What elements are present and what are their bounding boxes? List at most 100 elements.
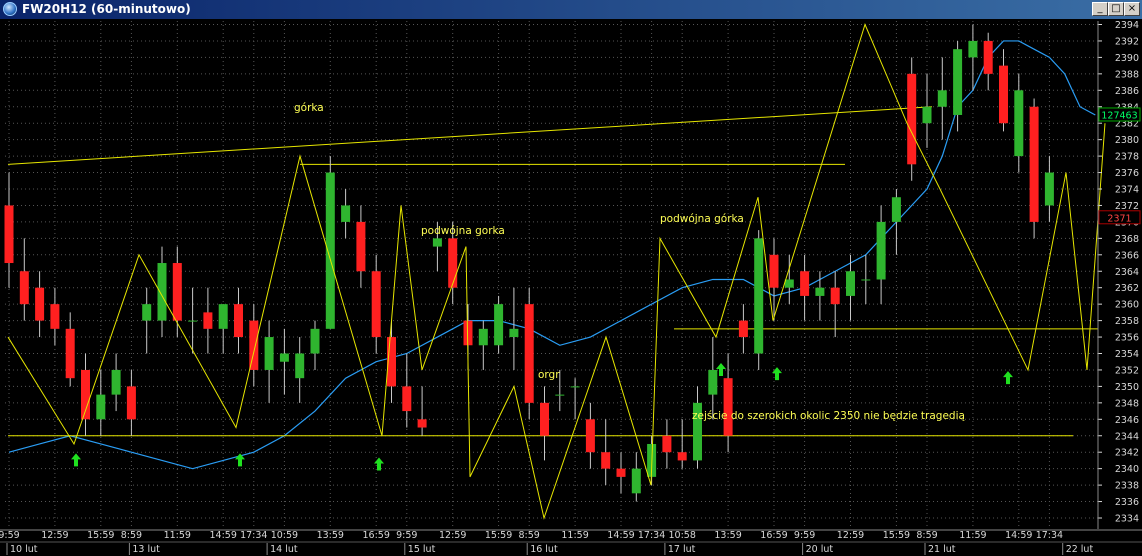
candle-body (800, 271, 810, 296)
y-tick-label: 2376 (1115, 168, 1139, 179)
y-tick-label: 2340 (1115, 464, 1139, 475)
candle-body (188, 320, 198, 322)
candle-body (478, 328, 488, 346)
price-marker-label: 127463 (1101, 110, 1137, 121)
x-time-label: 11:59 (959, 530, 986, 541)
candle-body (815, 287, 825, 296)
x-date-label: 17 lut (668, 544, 696, 555)
candle-body (494, 304, 504, 346)
candle-body (937, 90, 947, 107)
y-tick-label: 2334 (1115, 514, 1139, 525)
candle-body (264, 337, 274, 370)
candle-body (876, 221, 886, 280)
candle-body (417, 419, 427, 428)
candle-body (249, 320, 259, 370)
candle-body (907, 73, 917, 165)
candle-body (708, 369, 718, 395)
candle-body (203, 312, 213, 329)
y-tick-label: 2388 (1115, 69, 1139, 80)
price-marker-label: 2371 (1107, 213, 1131, 224)
x-time-label: 13:59 (317, 530, 344, 541)
x-date-label: 22 lut (1066, 544, 1094, 555)
x-date-label: 10 lut (10, 544, 38, 555)
x-time-label: 13:59 (714, 530, 741, 541)
candle-body (846, 271, 855, 296)
x-time-label: 12:59 (837, 530, 864, 541)
y-tick-label: 2362 (1115, 283, 1139, 294)
minimize-button[interactable]: _ (1092, 2, 1108, 16)
candle-body (524, 304, 534, 403)
candle-body (540, 402, 549, 436)
candle-body (662, 435, 672, 453)
annotation-label: górka (294, 102, 324, 114)
x-time-label: 14:59 (1005, 530, 1032, 541)
y-tick-label: 2356 (1115, 333, 1139, 344)
candle-body (1029, 106, 1039, 222)
y-tick-label: 2390 (1115, 53, 1139, 64)
y-tick-label: 2350 (1115, 382, 1139, 393)
x-date-label: 16 lut (530, 544, 558, 555)
candle-body (96, 394, 106, 420)
y-tick-label: 2354 (1115, 349, 1139, 360)
x-time-label: 8:59 (121, 530, 142, 541)
candle-body (295, 353, 305, 379)
x-time-label: 11:59 (164, 530, 191, 541)
candle-body (234, 304, 243, 338)
candle-body (1044, 172, 1054, 206)
x-date-label: 14 lut (270, 544, 298, 555)
x-time-label: 16:59 (363, 530, 390, 541)
candle-body (585, 419, 595, 453)
candle-body (279, 353, 289, 362)
candle-body (448, 238, 458, 288)
y-tick-label: 2374 (1115, 185, 1139, 196)
candle-body (861, 279, 871, 281)
candle-body (341, 205, 351, 222)
candle-body (999, 65, 1008, 124)
y-tick-label: 2364 (1115, 267, 1139, 278)
candle-body (172, 263, 182, 321)
x-time-label: 17:34 (1036, 530, 1063, 541)
candle-body (157, 263, 167, 321)
candle-body (35, 287, 45, 321)
annotation-label: podwójna gorka (421, 225, 505, 237)
x-date-label: 13 lut (132, 544, 160, 555)
y-tick-label: 2378 (1115, 152, 1139, 163)
candle-body (891, 197, 901, 222)
x-time-label: 15:59 (485, 530, 512, 541)
candle-body (126, 386, 136, 420)
candle-body (968, 40, 978, 58)
y-tick-label: 2348 (1115, 398, 1139, 409)
x-time-label: 15:59 (87, 530, 114, 541)
candle-body (1014, 90, 1024, 157)
x-time-label: 12:59 (439, 530, 466, 541)
candle-body (356, 221, 366, 272)
window-titlebar: FW20H12 (60-minutowo) _ □ × (0, 0, 1142, 19)
candle-body (50, 304, 60, 329)
x-time-label: 14:59 (607, 530, 634, 541)
close-button[interactable]: × (1124, 2, 1140, 16)
candle-body (769, 254, 779, 288)
y-tick-label: 2392 (1115, 36, 1139, 47)
candlestick-chart: górka podwójna gorka podwójna górka orgr zej… (0, 19, 1142, 556)
candle-body (953, 49, 963, 115)
y-tick-label: 2358 (1115, 316, 1139, 327)
candle-body (310, 328, 320, 354)
candle-body (142, 304, 152, 321)
x-time-label: 8:59 (519, 530, 540, 541)
x-time-label: 12:59 (41, 530, 68, 541)
candle-body (631, 468, 641, 494)
candle-body (4, 205, 14, 264)
maximize-button[interactable]: □ (1108, 2, 1124, 16)
candle-body (111, 369, 121, 395)
candle-body (325, 172, 335, 329)
candle-body (616, 468, 626, 477)
candle-body (677, 452, 687, 461)
x-time-label: 17:34 (240, 530, 267, 541)
y-tick-label: 2394 (1115, 20, 1139, 31)
x-date-label: 21 lut (928, 544, 956, 555)
candle-body (570, 386, 580, 388)
candle-body (509, 328, 519, 338)
candle-body (432, 238, 442, 247)
candle-body (784, 279, 794, 288)
y-tick-label: 2352 (1115, 365, 1139, 376)
